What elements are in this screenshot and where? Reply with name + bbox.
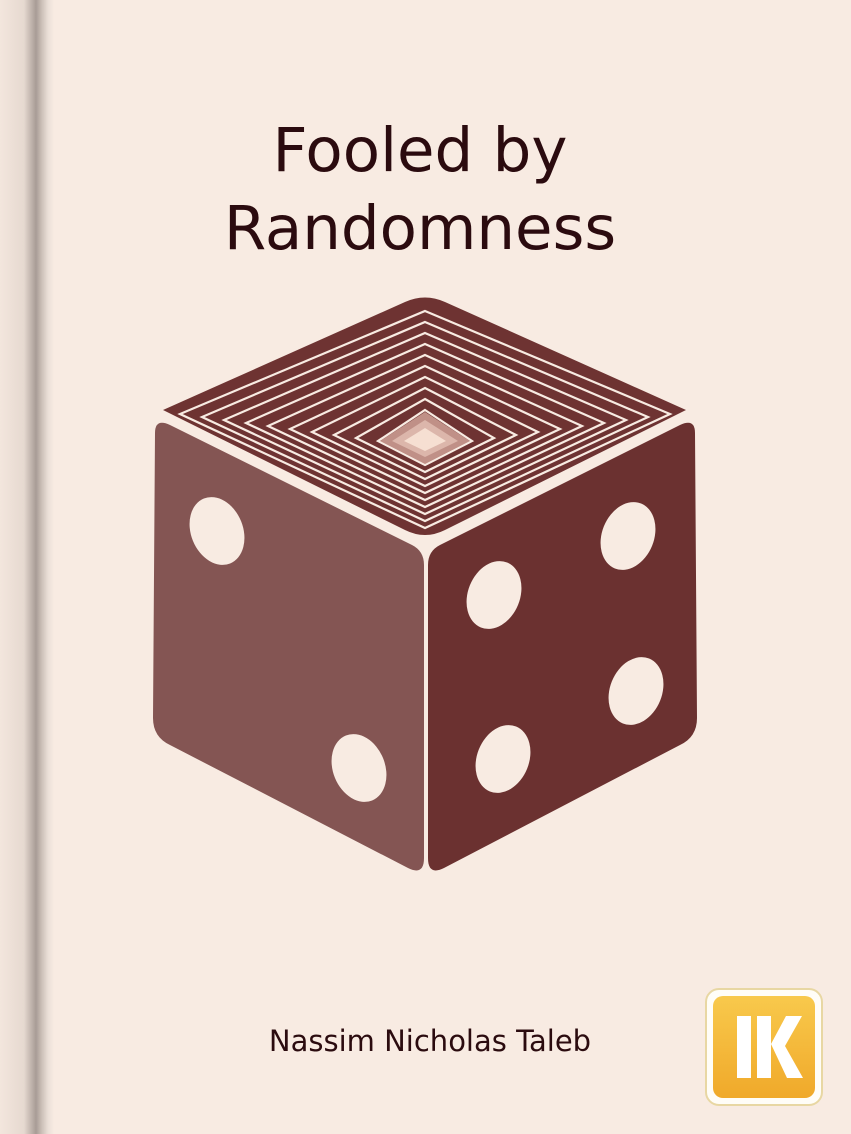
title-line-2: Randomness	[223, 193, 617, 264]
dice-icon	[153, 297, 697, 871]
ik-logo	[705, 988, 823, 1106]
book-author: Nassim Nicholas Taleb	[268, 1024, 592, 1058]
ik-logo-letters	[737, 1016, 803, 1078]
book-spine	[0, 0, 54, 1134]
book-cover: Fooled by Randomness Nassim Nicholas Tal…	[0, 0, 851, 1134]
title-line-1: Fooled by	[272, 115, 568, 186]
book-title: Fooled by Randomness	[120, 112, 720, 268]
